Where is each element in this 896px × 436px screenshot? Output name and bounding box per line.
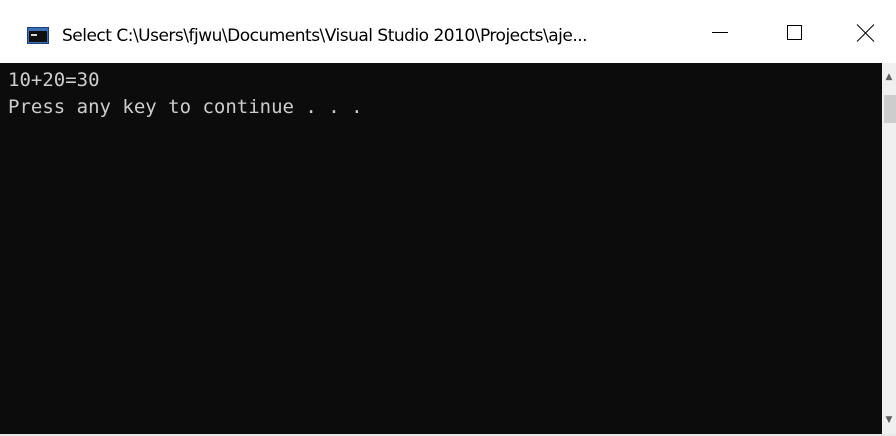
scroll-down-icon[interactable]: ▼	[882, 406, 896, 434]
close-icon	[856, 23, 876, 43]
scroll-up-icon[interactable]: ▲	[882, 63, 896, 91]
scroll-thumb[interactable]	[884, 95, 896, 123]
minimize-button[interactable]	[688, 0, 752, 63]
maximize-icon	[786, 25, 802, 40]
console-line: Press any key to continue . . .	[8, 96, 363, 118]
title-bar[interactable]: Select C:\Users\fjwu\Documents\Visual St…	[0, 0, 896, 63]
minimize-icon	[712, 32, 728, 33]
console-window: Select C:\Users\fjwu\Documents\Visual St…	[0, 0, 896, 436]
console-output[interactable]: 10+20=30 Press any key to continue . . .	[0, 63, 882, 434]
console-window-icon[interactable]	[27, 27, 49, 44]
window-title: Select C:\Users\fjwu\Documents\Visual St…	[62, 26, 588, 46]
maximize-button[interactable]	[762, 0, 826, 63]
vertical-scrollbar[interactable]: ▲ ▼	[882, 63, 896, 434]
close-button[interactable]	[836, 0, 896, 63]
console-line: 10+20=30	[8, 69, 100, 91]
